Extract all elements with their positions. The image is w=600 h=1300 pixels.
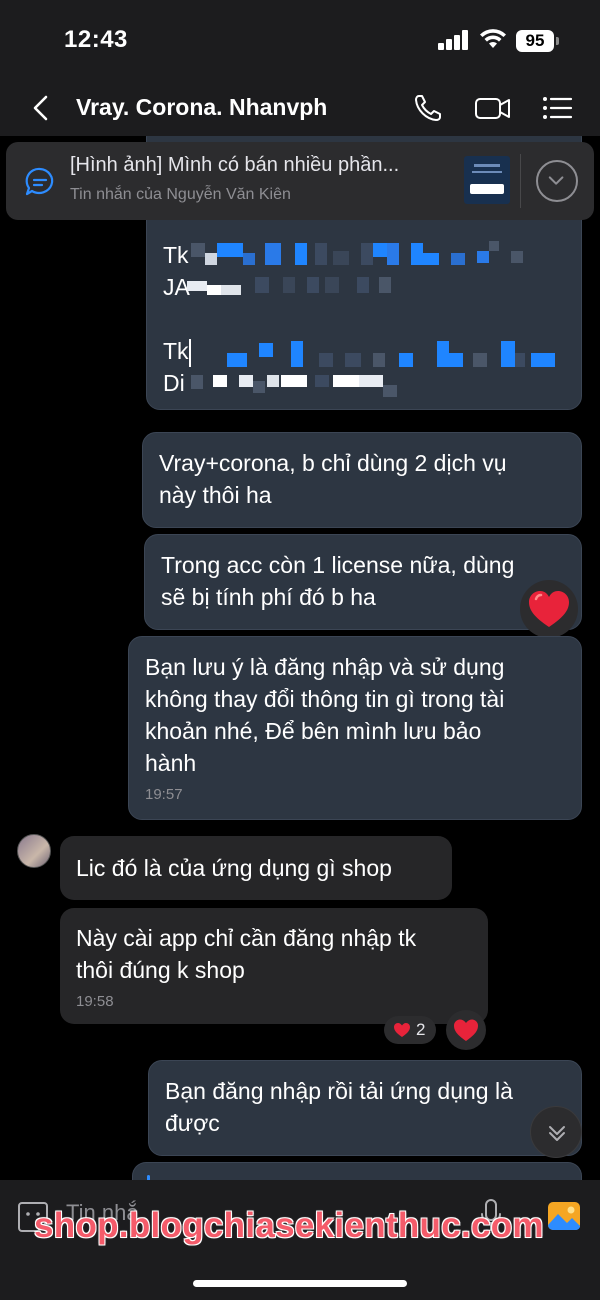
chat-bubble-icon (25, 167, 54, 196)
message-text: Này cài app chỉ cần đăng nhập tk thôi đú… (76, 925, 417, 983)
heart-icon (454, 1019, 478, 1041)
message-composer: Tin nhắ shop.blogchiasekienthuc.com (0, 1180, 600, 1300)
pinned-message-card[interactable]: [Hình ảnh] Mình có bán nhiều phần... Tin… (6, 142, 594, 220)
message-bubble[interactable]: Lic đó là của ứng dụng gì shop (60, 836, 452, 900)
chevron-down-icon[interactable] (536, 160, 578, 202)
message-text: Tk (163, 338, 189, 364)
react-heart-button[interactable] (446, 1010, 486, 1050)
pinned-message-sender: Tin nhắn của Nguyễn Văn Kiên (70, 186, 291, 203)
reaction-heart[interactable] (520, 580, 578, 638)
message-timestamp: 19:58 (76, 993, 114, 1010)
message-timestamp: 19:57 (145, 786, 183, 803)
watermark: shop.blogchiasekienthuc.com (34, 1206, 544, 1245)
message-bubble[interactable]: Này cài app chỉ cần đăng nhập tk thôi đú… (60, 908, 488, 1024)
pinned-message-title: [Hình ảnh] Mình có bán nhiều phần... (70, 154, 400, 176)
divider (520, 154, 521, 208)
reaction-summary[interactable]: 2 (384, 1016, 436, 1044)
back-chevron-icon[interactable] (26, 92, 58, 124)
status-time: 12:43 (64, 26, 128, 53)
cellular-signal-icon (438, 30, 470, 50)
message-bubble-partial[interactable] (132, 1162, 582, 1180)
pinned-image-thumbnail (464, 156, 510, 204)
message-text: JA (163, 274, 190, 300)
video-call-icon[interactable] (474, 92, 512, 124)
message-bubble[interactable]: Bạn đăng nhập rồi tải ứng dụng là được (148, 1060, 582, 1156)
message-text: Tk (163, 242, 189, 268)
battery-indicator: 95 (516, 30, 559, 52)
heart-icon (394, 1023, 410, 1037)
message-text: Lic đó là của ứng dụng gì shop (76, 855, 392, 881)
message-bubble[interactable]: Bạn lưu ý là đăng nhập và sử dụng không … (128, 636, 582, 820)
message-bubble[interactable]: Vray+corona, b chỉ dùng 2 dịch vụ này th… (142, 432, 582, 528)
image-gallery-icon[interactable] (546, 1198, 582, 1234)
message-text: Di (163, 370, 185, 396)
message-bubble[interactable]: Trong acc còn 1 license nữa, dùng sẽ bị … (144, 534, 582, 630)
reaction-count: 2 (416, 1020, 426, 1039)
scroll-to-bottom-button[interactable] (530, 1106, 582, 1158)
message-thread[interactable]: 19:56 10/10/2024 [Hình ảnh] Mình có bán … (0, 136, 600, 1180)
message-text: Trong acc còn 1 license nữa, dùng sẽ bị … (161, 552, 515, 610)
double-chevron-down-icon (549, 1126, 565, 1141)
chat-header: Vray. Corona. Nhanvph (0, 80, 600, 136)
phone-call-icon[interactable] (412, 92, 446, 124)
avatar[interactable] (17, 834, 51, 868)
heart-icon (529, 591, 569, 627)
menu-list-icon[interactable] (540, 92, 574, 124)
message-text: Bạn lưu ý là đăng nhập và sử dụng không … (145, 654, 505, 776)
home-indicator (193, 1280, 407, 1287)
wifi-icon (480, 29, 506, 48)
chat-title[interactable]: Vray. Corona. Nhanvph (76, 94, 327, 121)
message-text: Bạn đăng nhập rồi tải ứng dụng là được (165, 1078, 513, 1136)
status-bar: 12:43 95 (0, 0, 600, 80)
message-text: Vray+corona, b chỉ dùng 2 dịch vụ này th… (159, 450, 507, 508)
